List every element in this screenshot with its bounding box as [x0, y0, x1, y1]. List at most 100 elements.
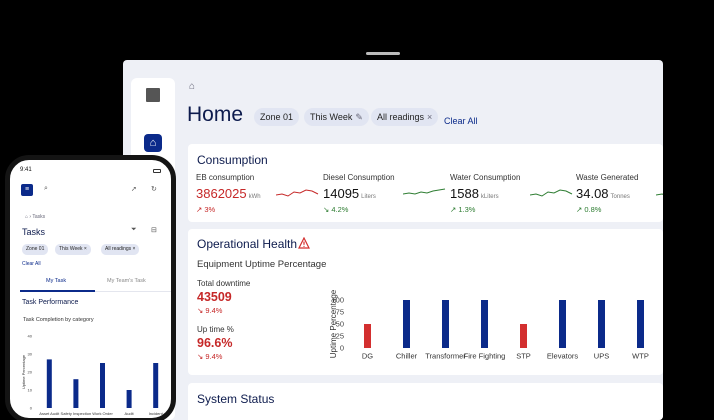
uptime-subtitle: Equipment Uptime Percentage: [197, 259, 327, 270]
breadcrumb-home-icon[interactable]: ⌂: [189, 81, 195, 92]
metric-card[interactable]: Waste Generated 34.08 Tonnes ↗ 0.8%: [576, 173, 663, 214]
metric-unit: Liters: [361, 194, 376, 200]
system-status-card: System Status: [188, 383, 663, 420]
metric-label: Waste Generated: [576, 173, 639, 182]
consumption-title: Consumption: [197, 153, 268, 167]
stage: ⌂ Home ⌂ Home Zone 01 This Week✎ All rea…: [0, 0, 714, 420]
home-icon[interactable]: ⌂: [25, 214, 28, 220]
task-bar-chart: Uptime Percentage 0 10 20 30 40 Asset Audit Saf…: [21, 333, 164, 416]
y-tick-label: 40: [28, 333, 33, 338]
bar-safety-inspection[interactable]: [73, 379, 79, 408]
y-tick-label: 0: [30, 405, 33, 410]
logo-icon: [146, 88, 160, 102]
tab-my-task[interactable]: My Task: [46, 278, 66, 284]
metric-card[interactable]: Diesel Consumption 14095 Liters ↘ 4.2%: [323, 173, 448, 214]
x-tick-label: WTP: [632, 352, 649, 361]
y-tick-label: 100: [331, 296, 344, 305]
phone-clear-all[interactable]: Clear All: [22, 261, 41, 267]
close-icon[interactable]: ×: [84, 246, 87, 252]
bar-dg[interactable]: [364, 324, 371, 348]
bar-chiller[interactable]: [403, 300, 410, 348]
home-icon[interactable]: ⌂: [144, 134, 162, 152]
battery-icon: [153, 169, 161, 173]
x-tick-label: Work Order: [92, 411, 113, 416]
downtime-trend-value: 9.4%: [205, 306, 223, 315]
x-tick-label: Incident: [149, 411, 164, 416]
clear-all-link[interactable]: Clear All: [444, 116, 478, 126]
uptime-bar-chart: Uptime Percentage 0255075100DG Chiller Tran…: [329, 289, 649, 361]
metric-card[interactable]: EB consumption 3862025 kWh ↗ 3%: [196, 173, 321, 214]
x-tick-label: STP: [516, 352, 531, 361]
x-tick-label: Chiller: [396, 352, 418, 361]
close-icon[interactable]: ×: [427, 112, 432, 122]
y-tick-label: 50: [336, 320, 344, 329]
refresh-icon[interactable]: ↻: [151, 185, 157, 193]
metric-trend: ↗ 0.8%: [576, 205, 663, 214]
y-tick-label: 75: [336, 308, 344, 317]
metric-label: Water Consumption: [450, 173, 521, 182]
metric-value: 14095: [323, 186, 360, 201]
metric-trend-value: 0.8%: [584, 205, 602, 214]
active-tab-indicator: [20, 290, 95, 292]
phone-breadcrumb: ⌂ › Tasks: [25, 214, 46, 220]
bar-elevators[interactable]: [559, 300, 566, 348]
phone-filter-chip[interactable]: Zone 01: [22, 244, 49, 255]
metric-trend-value: 1.3%: [458, 205, 476, 214]
metric-trend-value: 3%: [204, 205, 216, 214]
search-icon[interactable]: ⌕: [44, 185, 48, 193]
y-tick-label: 0: [340, 344, 344, 353]
uptime-trend: ↘ 9.4%: [197, 352, 222, 361]
menu-icon[interactable]: ≡: [21, 184, 33, 196]
export-icon[interactable]: ⊟: [151, 226, 157, 234]
filter-chip-label: All readings: [377, 112, 425, 122]
filter-chip-zone[interactable]: Zone 01: [254, 108, 300, 126]
edit-icon[interactable]: ✎: [355, 112, 363, 122]
metric-value-row: 34.08 Tonnes: [576, 185, 663, 203]
x-tick-label: Asset Audit: [39, 411, 60, 416]
bar-fire-fighting[interactable]: [481, 300, 488, 348]
filter-chip-week[interactable]: This Week ✎: [304, 108, 369, 126]
task-chart-title: Task Completion by category: [23, 317, 94, 323]
y-tick-label: 10: [28, 387, 33, 392]
tablet-screen: ⌂ Home ⌂ Home Zone 01 This Week✎ All rea…: [123, 60, 663, 420]
metric-label: EB consumption: [196, 173, 255, 182]
downtime-label: Total downtime: [197, 279, 251, 288]
x-tick-label: Elevators: [547, 352, 579, 361]
page-title: Home: [187, 103, 244, 126]
phone-screen: 9:41 ≡ ⌕ ➚ ↻ ⌂ › Tasks Tasks ⏷ ⊟ Zone 01…: [5, 155, 176, 420]
bar-audit[interactable]: [126, 390, 132, 408]
uptime-value: 96.6%: [197, 336, 233, 350]
metric-unit: kLiters: [480, 194, 499, 200]
phone-filter-chip-label: All readings: [105, 246, 132, 252]
metric-label: Diesel Consumption: [323, 173, 395, 182]
metric-unit: kWh: [248, 194, 261, 200]
bar-asset-audit[interactable]: [46, 359, 52, 408]
y-tick-label: 30: [28, 351, 33, 356]
metric-value: 1588: [450, 186, 479, 201]
x-tick-label: Audit: [125, 411, 135, 416]
status-time: 9:41: [20, 167, 32, 173]
filter-icon[interactable]: ⏷: [131, 226, 137, 234]
x-tick-label: UPS: [594, 352, 609, 361]
bar-ups[interactable]: [598, 300, 605, 348]
close-icon[interactable]: ×: [133, 246, 136, 252]
bar-wtp[interactable]: [637, 300, 644, 348]
tab-my-teams-task[interactable]: My Team's Task: [107, 278, 146, 284]
filter-chip-readings[interactable]: All readings ×: [371, 108, 439, 126]
metric-card[interactable]: Water Consumption 1588 kLiters ↗ 1.3%: [450, 173, 575, 214]
bar-work-order[interactable]: [100, 363, 105, 408]
bar-incident[interactable]: [153, 363, 159, 408]
phone-filter-chip[interactable]: All readings ×: [101, 244, 140, 255]
y-tick-label: 20: [28, 369, 33, 374]
phone-crumb-label[interactable]: Tasks: [32, 214, 45, 220]
x-tick-label: Fire Fighting: [464, 352, 506, 361]
bar-transformer[interactable]: [442, 300, 449, 348]
downtime-value: 43509: [197, 290, 232, 304]
consumption-card: Consumption EB consumption 3862025 kWh ↗ 3%…: [188, 144, 663, 222]
send-icon[interactable]: ➚: [131, 185, 137, 193]
metric-value: 3862025: [196, 186, 247, 201]
phone-filter-chip[interactable]: This Week ×: [55, 244, 91, 255]
bar-stp[interactable]: [520, 324, 527, 348]
sparkline: [403, 188, 446, 195]
warning-icon: [298, 237, 310, 249]
